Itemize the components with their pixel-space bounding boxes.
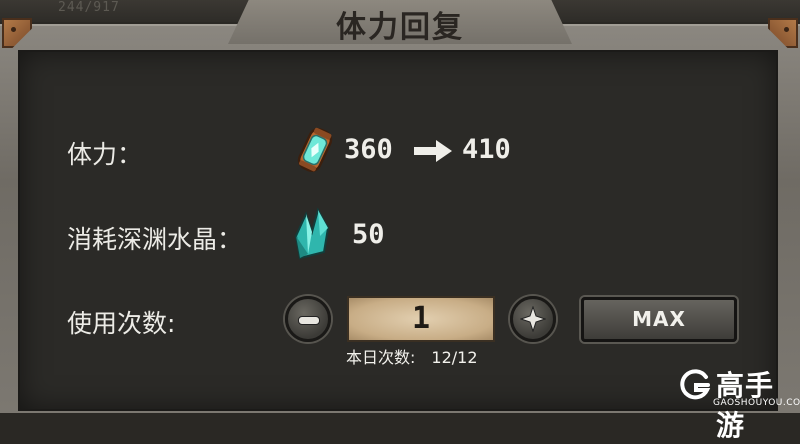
max-button[interactable]: MAX [581, 297, 737, 342]
arrow-right-icon [414, 140, 452, 162]
daily-usage-label: 本日次数: [346, 348, 416, 367]
abyss-crystal-icon [294, 207, 330, 260]
minus-icon [298, 316, 320, 325]
decrease-button[interactable] [285, 296, 331, 342]
quantity-field[interactable]: 1 [347, 296, 495, 342]
cost-label: 消耗深渊水晶： [67, 225, 243, 254]
watermark-logo-icon [680, 369, 711, 400]
watermark: 高手游 GAOSHOUYOU.COM [672, 362, 800, 442]
max-button-label: MAX [632, 307, 686, 331]
watermark-url: GAOSHOUYOU.COM [713, 398, 800, 408]
stamina-current: 360 [344, 134, 393, 165]
daily-usage: 本日次数: 12/12 [346, 344, 478, 368]
plus-icon [520, 306, 546, 332]
usage-count-label: 使用次数: [67, 309, 176, 338]
daily-usage-value: 12/12 [431, 348, 478, 367]
stamina-label: 体力： [67, 140, 143, 169]
stamina-potion-icon [297, 127, 333, 172]
quantity-value: 1 [411, 301, 431, 336]
dialog-title: 体力回复 [336, 10, 464, 45]
increase-button[interactable] [510, 296, 556, 342]
stamina-after: 410 [462, 134, 511, 165]
top-counter: 244/917 [58, 0, 120, 15]
cost-amount: 50 [352, 219, 385, 250]
